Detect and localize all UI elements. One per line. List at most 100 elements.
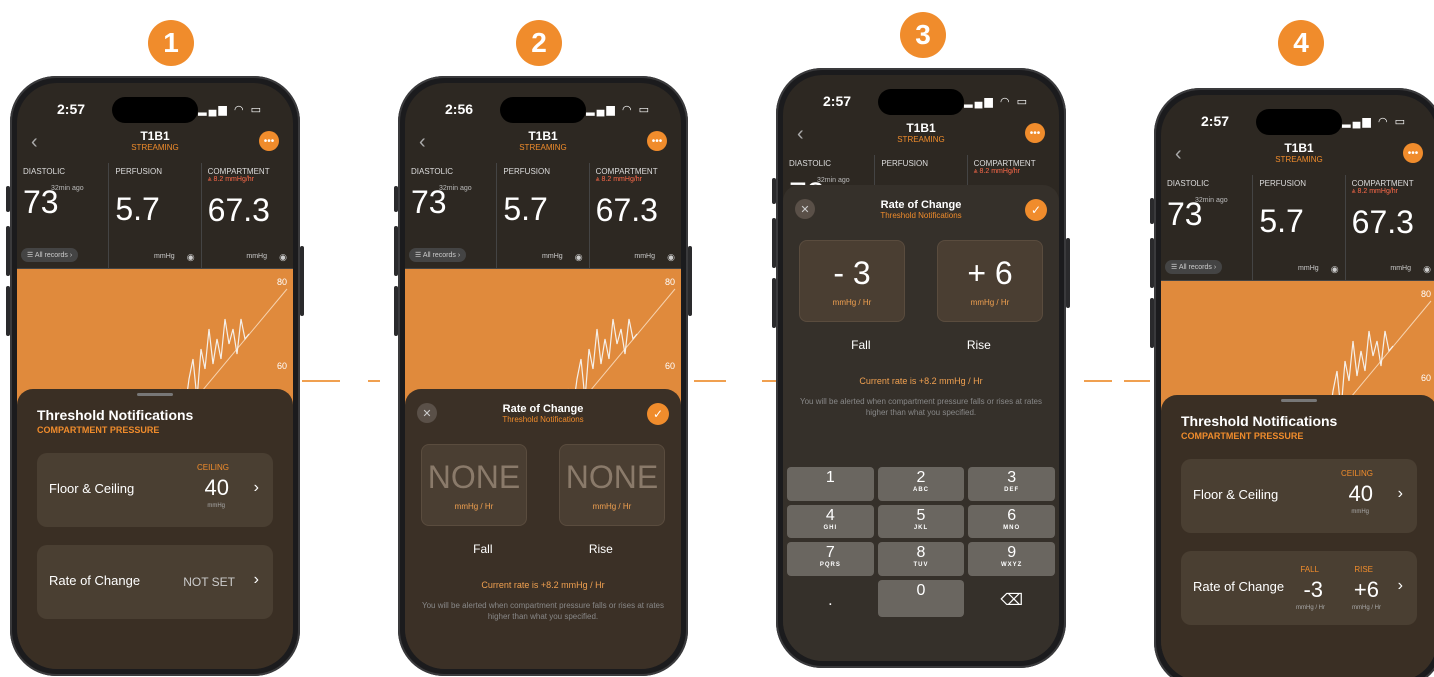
- nav-bar: ‹ T1B1 STREAMING •••: [405, 127, 681, 161]
- confirm-check-icon[interactable]: ✓: [1025, 199, 1047, 221]
- phone-mockup: 2:57 ▂▄▆ ◠ ▭ ‹ T1B1 STREAMING ••• DIASTOLIC 32m…: [6, 76, 304, 676]
- threshold-inputs: - 3 mmHg / Hr + 6 mmHg / Hr: [783, 240, 1059, 322]
- dynamic-island: [112, 97, 198, 123]
- keypad-key[interactable]: 6 MNO: [968, 504, 1055, 538]
- device-status: STREAMING: [131, 143, 179, 152]
- back-chevron-icon[interactable]: ‹: [1175, 143, 1182, 166]
- more-options-icon[interactable]: •••: [1025, 123, 1045, 143]
- rate-of-change-row[interactable]: Rate of Change FALL -3 mmHg / Hr RISE +6 mmHg …: [1181, 551, 1417, 625]
- keypad-key[interactable]: .: [787, 580, 874, 618]
- key-digit: 0: [916, 581, 926, 599]
- keypad-key[interactable]: 9 WXYZ: [968, 542, 1055, 576]
- eye-icon[interactable]: ◉: [1331, 264, 1339, 275]
- rise-input[interactable]: NONE mmHg / Hr: [559, 444, 665, 526]
- keypad-key[interactable]: 3 DEF: [968, 467, 1055, 501]
- keypad-key[interactable]: ⌫: [968, 580, 1055, 618]
- back-chevron-icon[interactable]: ‹: [797, 123, 804, 146]
- perfusion-metric[interactable]: PERFUSION 5.7 ◉ mmHg: [109, 163, 202, 268]
- eye-icon[interactable]: ◉: [575, 252, 583, 263]
- keypad-key[interactable]: 4 GHI: [787, 504, 874, 538]
- alert-note: You will be alerted when compartment pre…: [421, 601, 665, 622]
- y-tick: 80: [1420, 289, 1431, 299]
- clock: 2:56: [445, 101, 474, 117]
- fall-input[interactable]: - 3 mmHg / Hr: [799, 240, 905, 322]
- y-tick: 80: [664, 277, 675, 287]
- sheet-grabber[interactable]: [1281, 399, 1317, 402]
- close-icon[interactable]: ✕: [795, 199, 815, 219]
- keypad-key[interactable]: 0: [877, 579, 965, 617]
- dynamic-island: [500, 97, 586, 123]
- fall-label: Fall: [473, 542, 493, 556]
- compartment-metric[interactable]: COMPARTMENT⩓ 8.2 mmHg/hr 67.3 ◉ mmHg: [1346, 175, 1434, 280]
- sheet-subtitle: COMPARTMENT PRESSURE: [1181, 431, 1304, 441]
- perfusion-metric[interactable]: PERFUSION 5.7 ◉ mmHg: [1253, 175, 1346, 280]
- back-chevron-icon[interactable]: ‹: [419, 131, 426, 154]
- more-options-icon[interactable]: •••: [647, 131, 667, 151]
- side-button: [688, 246, 692, 316]
- diastolic-metric[interactable]: DIASTOLIC32min ago73☰ All records ›: [1161, 175, 1254, 280]
- more-options-icon[interactable]: •••: [1403, 143, 1423, 163]
- y-tick: 60: [276, 361, 287, 371]
- metrics-panel: DIASTOLIC32min ago73☰ All records ›PERFU…: [1161, 175, 1434, 281]
- perfusion-metric[interactable]: PERFUSION 5.7 ◉ mmHg: [497, 163, 590, 268]
- rate-of-change-row[interactable]: Rate of Change NOT SET ›: [37, 545, 273, 619]
- confirm-check-icon[interactable]: ✓: [647, 403, 669, 425]
- y-tick: 80: [276, 277, 287, 287]
- phone-screen: 2:57 ▂▄▆ ◠ ▭ ‹ T1B1 STREAMING ••• DIASTOLIC 32m…: [783, 75, 1059, 661]
- key-letters: WXYZ: [1000, 562, 1023, 568]
- side-button: [6, 226, 10, 276]
- compartment-metric[interactable]: COMPARTMENT⩓ 8.2 mmHg/hr 67.3 ◉ mmHg: [202, 163, 293, 268]
- perfusion-unit: mmHg: [1298, 265, 1319, 272]
- rise-input[interactable]: + 6 mmHg / Hr: [937, 240, 1043, 322]
- compartment-unit: mmHg: [1390, 265, 1411, 272]
- diastolic-metric[interactable]: DIASTOLIC32min ago73☰ All records ›: [405, 163, 498, 268]
- all-records-button[interactable]: ☰ All records ›: [21, 248, 79, 262]
- floor-ceiling-label: Floor & Ceiling: [49, 481, 135, 496]
- sheet-grabber[interactable]: [137, 393, 173, 396]
- sheet-title: Threshold Notifications: [1181, 413, 1338, 429]
- fall-tag: FALL: [1300, 565, 1319, 574]
- keypad-key[interactable]: 5 JKL: [877, 504, 965, 538]
- compartment-metric[interactable]: COMPARTMENT⩓ 8.2 mmHg/hr 67.3 ◉ mmHg: [590, 163, 681, 268]
- all-records-button[interactable]: ☰ All records ›: [1165, 260, 1223, 274]
- diastolic-label: DIASTOLIC: [789, 159, 832, 168]
- diastolic-metric[interactable]: DIASTOLIC32min ago73☰ All records ›: [17, 163, 110, 268]
- chevron-right-icon: ›: [1397, 577, 1403, 594]
- status-bar: 2:56 ▂▄▆ ◠ ▭: [405, 97, 681, 123]
- back-chevron-icon[interactable]: ‹: [31, 131, 38, 154]
- more-options-icon[interactable]: •••: [259, 131, 279, 151]
- key-digit: .: [828, 591, 833, 609]
- fall-input[interactable]: NONE mmHg / Hr: [421, 444, 527, 526]
- eye-icon[interactable]: ◉: [667, 252, 675, 263]
- eye-icon[interactable]: ◉: [279, 252, 287, 263]
- rise-unit: mmHg / Hr: [1352, 605, 1381, 611]
- nav-bar: ‹ T1B1 STREAMING •••: [17, 127, 293, 161]
- keypad-key[interactable]: 2 ABC: [877, 467, 965, 501]
- key-letters: MNO: [1003, 524, 1021, 531]
- keypad-key[interactable]: 7 PQRS: [787, 542, 874, 576]
- metrics-panel: DIASTOLIC32min ago73☰ All records ›PERFU…: [17, 163, 293, 269]
- keypad-key[interactable]: 8 TUV: [877, 542, 965, 576]
- compartment-rate: ⩓ 8.2 mmHg/hr: [1351, 188, 1399, 195]
- phone-mockup: 2:57 ▂▄▆ ◠ ▭ ‹ T1B1 STREAMING ••• DIASTOLIC 32m…: [772, 68, 1070, 668]
- keypad-key[interactable]: 1: [787, 467, 874, 501]
- device-title: T1B1: [1284, 141, 1314, 155]
- side-button: [6, 186, 10, 212]
- status-bar: 2:57 ▂▄▆ ◠ ▭: [17, 97, 293, 123]
- floor-ceiling-row[interactable]: Floor & Ceiling CEILING 40 mmHg ›: [1181, 459, 1417, 533]
- eye-icon[interactable]: ◉: [1423, 264, 1431, 275]
- fall-input-value: NONE: [427, 459, 521, 495]
- alert-note: You will be alerted when compartment pre…: [799, 397, 1043, 418]
- floor-ceiling-row[interactable]: Floor & Ceiling CEILING 40 mmHg ›: [37, 453, 273, 527]
- side-button: [394, 226, 398, 276]
- side-button: [394, 186, 398, 212]
- rise-input-value: + 6: [967, 255, 1013, 291]
- close-icon[interactable]: ✕: [417, 403, 437, 423]
- ceiling-tag: CEILING: [1340, 469, 1373, 478]
- all-records-button[interactable]: ☰ All records ›: [409, 248, 467, 262]
- side-button: [1150, 238, 1154, 288]
- fall-value: -3: [1303, 577, 1323, 602]
- eye-icon[interactable]: ◉: [187, 252, 195, 263]
- device-status: STREAMING: [897, 135, 945, 144]
